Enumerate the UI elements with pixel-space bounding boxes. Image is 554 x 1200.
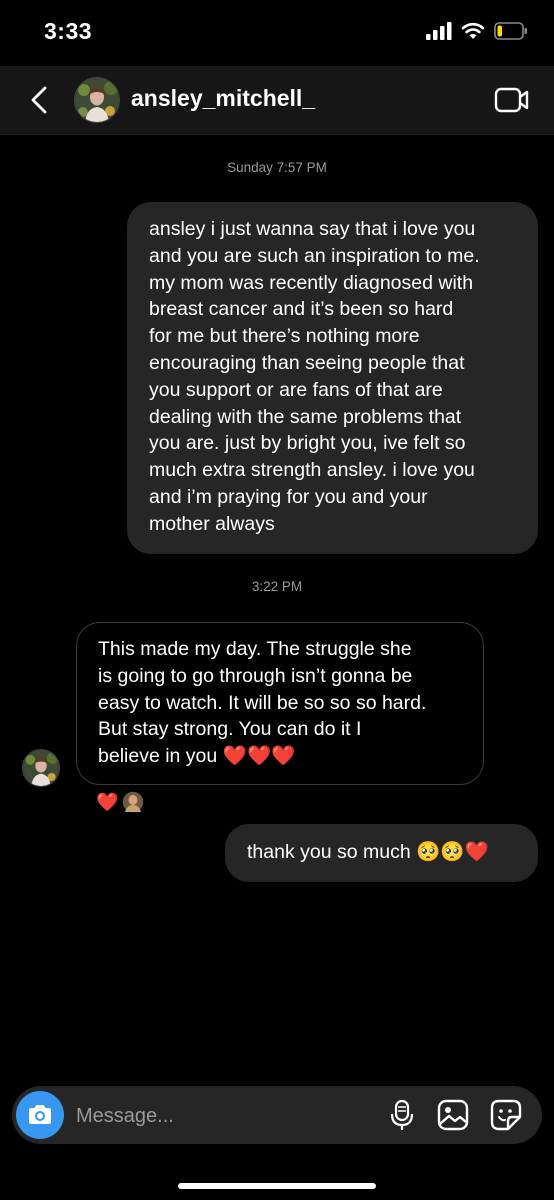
sticker-button[interactable]	[488, 1097, 524, 1133]
chevron-left-icon	[31, 86, 47, 114]
message-line: breast cancer and it’s been so hard	[149, 298, 454, 321]
camera-icon	[29, 1105, 51, 1124]
message-line: This made my day. The struggle she	[98, 638, 412, 660]
message-line: you support or are fans of that are	[149, 378, 443, 401]
message-reactions[interactable]: ❤️	[96, 790, 146, 814]
message-line: my mom was recently diagnosed with	[149, 271, 474, 294]
message-line: and i’m praying for you and your	[149, 485, 428, 508]
battery-icon	[494, 22, 527, 40]
timestamp: Sunday 7:57 PM	[227, 160, 327, 175]
reactor-avatar	[121, 790, 146, 814]
video-camera-icon	[494, 87, 529, 113]
message-line: dealing with the same problems that	[149, 405, 462, 428]
back-button[interactable]	[22, 80, 56, 120]
message-line: you are. just by bright you, ive felt so	[149, 432, 466, 455]
wifi-icon	[461, 22, 485, 39]
message-input[interactable]	[74, 1096, 378, 1136]
incoming-message-bubble[interactable]: This made my day. The struggle she is go…	[76, 622, 484, 785]
message-text: thank you so much 🥺🥺❤️	[247, 841, 489, 863]
image-icon	[437, 1099, 469, 1131]
home-indicator	[178, 1183, 376, 1189]
microphone-icon	[390, 1099, 414, 1130]
message-composer	[12, 1086, 542, 1144]
message-line: mother always	[149, 512, 275, 535]
profile-photo	[75, 78, 119, 122]
sender-avatar[interactable]	[22, 749, 60, 787]
avatar[interactable]	[74, 77, 120, 123]
outgoing-message-bubble[interactable]: thank you so much 🥺🥺❤️	[225, 824, 538, 882]
heart-reaction: ❤️	[96, 791, 119, 812]
microphone-button[interactable]	[384, 1097, 420, 1133]
header-username[interactable]: ansley_mitchell_	[131, 85, 315, 112]
outgoing-message-bubble[interactable]: ansley i just wanna say that i love you …	[127, 202, 538, 554]
status-time: 3:33	[44, 18, 93, 44]
message-line: But stay strong. You can do it I	[98, 718, 362, 741]
signal-icon	[426, 22, 452, 40]
camera-button[interactable]	[16, 1091, 64, 1139]
sticker-icon	[490, 1099, 522, 1131]
message-line: much extra strength ansley. i love you	[149, 459, 475, 482]
profile-photo	[23, 750, 59, 786]
message-line: ansley i just wanna say that i love you	[149, 218, 476, 240]
message-line: encouraging than seeing people that	[149, 351, 465, 374]
timestamp: 3:22 PM	[251, 579, 303, 594]
video-call-button[interactable]	[494, 84, 530, 116]
message-line: and you are such an inspiration to me.	[149, 244, 480, 267]
gallery-button[interactable]	[435, 1097, 471, 1133]
message-line: believe in you ❤️❤️❤️	[98, 745, 296, 768]
status-bar: 3:33	[0, 0, 554, 66]
message-line: easy to watch. It will be so so so hard.	[98, 691, 427, 714]
chat-header: ansley_mitchell_	[0, 66, 554, 135]
message-line: is going to go through isn’t gonna be	[98, 664, 413, 687]
message-line: for me but there’s nothing more	[149, 325, 420, 348]
status-icons	[426, 22, 528, 40]
